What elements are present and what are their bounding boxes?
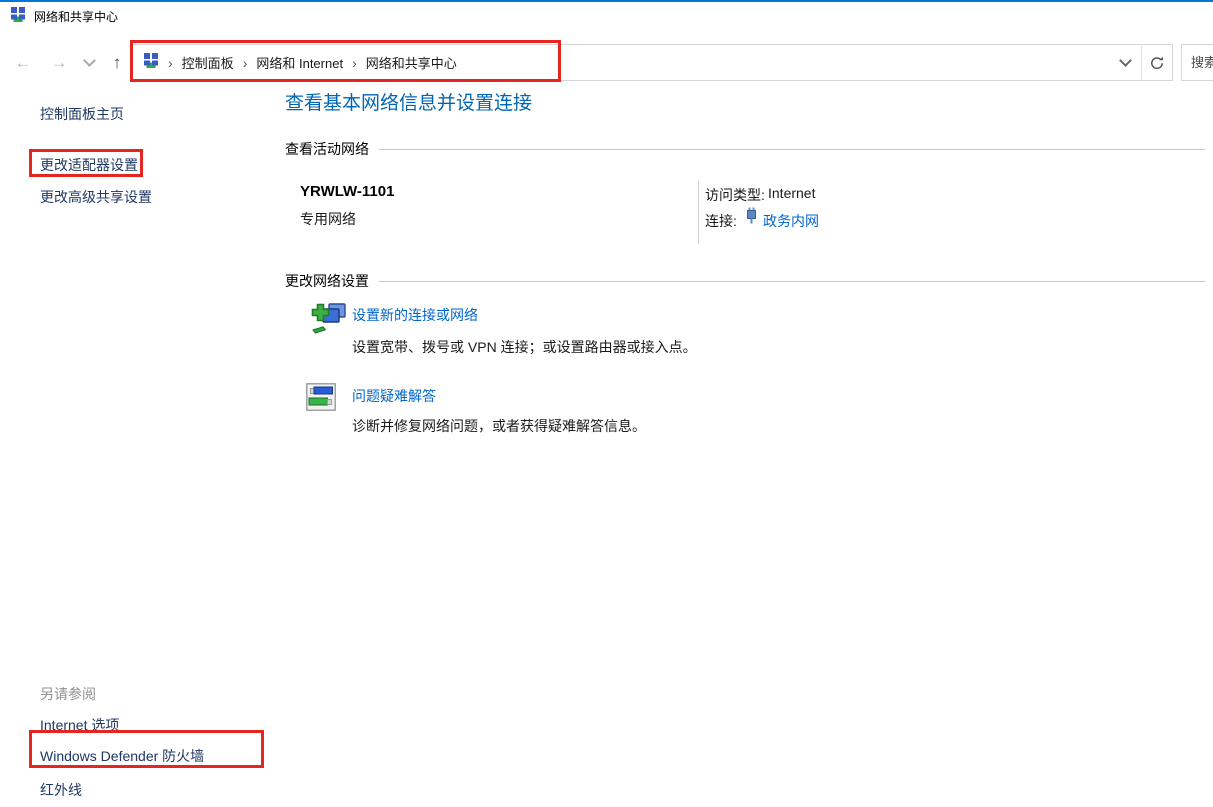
setup-new-connection-description: 设置宽带、拨号或 VPN 连接；或设置路由器或接入点。 xyxy=(352,337,697,357)
setup-new-connection-link[interactable]: 设置新的连接或网络 xyxy=(352,305,478,325)
network-name: YRWLW-1101 xyxy=(300,183,394,200)
page-title: 查看基本网络信息并设置连接 xyxy=(285,88,532,115)
window-title: 网络和共享中心 xyxy=(34,8,118,25)
breadcrumb-separator-icon: › xyxy=(168,55,173,71)
network-type: 专用网络 xyxy=(300,209,356,229)
section-rule xyxy=(379,149,1205,150)
search-box xyxy=(1181,44,1213,81)
sidebar-item-windows-defender-firewall[interactable]: Windows Defender 防火墙 xyxy=(40,746,204,766)
network-icon xyxy=(10,6,26,27)
sidebar-item-internet-options[interactable]: Internet 选项 xyxy=(40,715,119,735)
troubleshoot-icon[interactable] xyxy=(306,383,336,416)
network-divider xyxy=(698,181,699,244)
sidebar-item-change-adapter-settings[interactable]: 更改适配器设置 xyxy=(40,155,138,175)
breadcrumb-network-sharing-center[interactable]: 网络和共享中心 xyxy=(366,53,457,72)
forward-icon[interactable]: → xyxy=(44,44,74,81)
section-change-settings-label: 更改网络设置 xyxy=(285,271,369,291)
network-icon xyxy=(143,52,159,73)
address-bar[interactable]: › 控制面板 › 网络和 Internet › 网络和共享中心 xyxy=(132,44,1173,81)
section-active-networks: 查看活动网络 xyxy=(285,139,1205,159)
section-active-networks-label: 查看活动网络 xyxy=(285,139,369,159)
up-icon[interactable]: ↑ xyxy=(102,44,132,81)
section-rule xyxy=(379,281,1205,282)
breadcrumb-separator-icon: › xyxy=(243,55,248,71)
recent-locations-icon[interactable] xyxy=(80,44,98,81)
connection-link[interactable]: 政务内网 xyxy=(763,211,819,231)
see-also-header: 另请参阅 xyxy=(40,684,96,704)
new-connection-icon[interactable] xyxy=(311,300,349,342)
address-dropdown-icon[interactable] xyxy=(1109,45,1141,80)
back-icon[interactable]: ← xyxy=(8,44,38,81)
connections-label: 连接: xyxy=(705,211,737,231)
breadcrumb-control-panel[interactable]: 控制面板 xyxy=(182,53,234,72)
ethernet-icon xyxy=(745,207,758,229)
refresh-icon[interactable] xyxy=(1142,45,1172,80)
access-type-label: 访问类型: xyxy=(705,185,765,205)
sidebar-item-change-advanced-sharing[interactable]: 更改高级共享设置 xyxy=(40,187,152,207)
network-sharing-center-window: 网络和共享中心 ← → ↑ › 控制面板 › 网络和 Internet › 网络… xyxy=(0,0,1213,807)
breadcrumb-separator-icon: › xyxy=(352,55,357,71)
section-change-settings: 更改网络设置 xyxy=(285,271,1205,291)
breadcrumb-network-internet[interactable]: 网络和 Internet xyxy=(256,53,343,72)
search-input[interactable] xyxy=(1182,54,1213,71)
access-type-value: Internet xyxy=(768,185,815,201)
sidebar-item-infrared[interactable]: 红外线 xyxy=(40,780,82,800)
sidebar-item-control-panel-home[interactable]: 控制面板主页 xyxy=(40,104,124,124)
troubleshoot-link[interactable]: 问题疑难解答 xyxy=(352,386,436,406)
titlebar: 网络和共享中心 xyxy=(0,2,1213,30)
troubleshoot-description: 诊断并修复网络问题，或者获得疑难解答信息。 xyxy=(352,416,646,436)
